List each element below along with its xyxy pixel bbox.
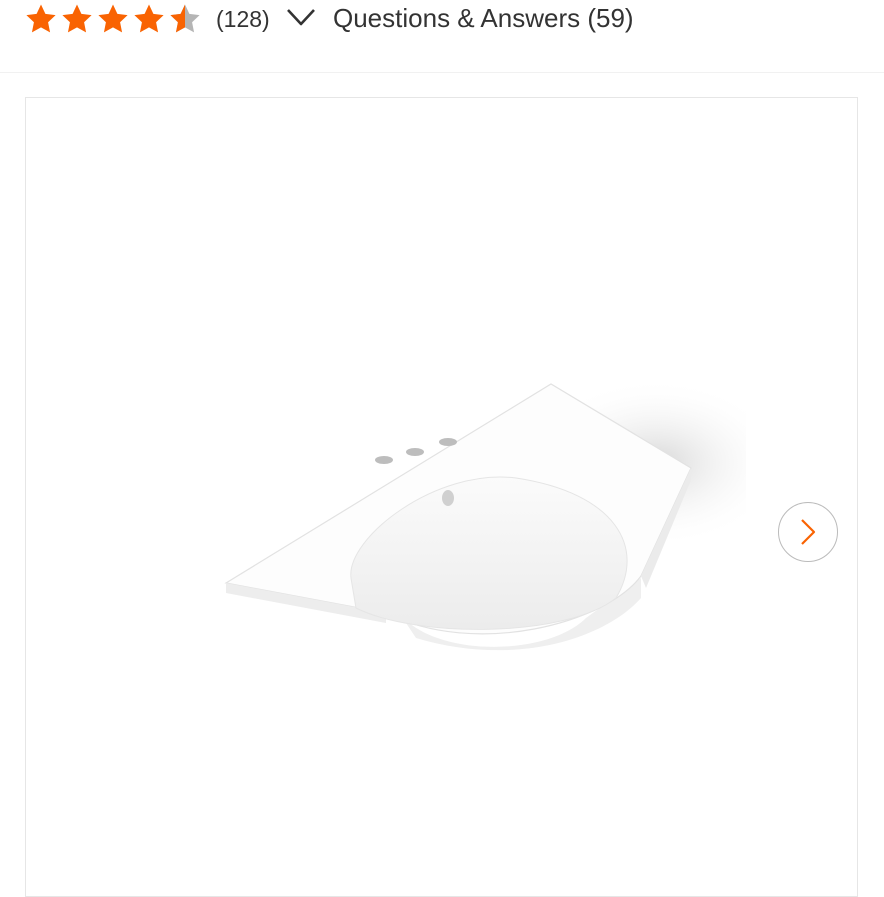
star-icon bbox=[98, 4, 128, 33]
chevron-down-icon[interactable] bbox=[286, 6, 316, 28]
bathroom-sink-image bbox=[224, 378, 746, 651]
next-image-button[interactable] bbox=[778, 502, 838, 562]
questions-answers-link[interactable]: Questions & Answers (59) bbox=[333, 3, 634, 34]
chevron-right-icon bbox=[801, 519, 816, 545]
product-image-gallery bbox=[25, 97, 858, 897]
star-rating[interactable] bbox=[24, 2, 202, 36]
star-icon bbox=[62, 4, 92, 33]
rating-bar: (128) Questions & Answers (59) bbox=[0, 0, 884, 40]
divider bbox=[0, 72, 884, 73]
half-star-icon bbox=[170, 4, 200, 33]
review-count[interactable]: (128) bbox=[216, 6, 270, 33]
star-icon bbox=[26, 4, 56, 33]
star-icon bbox=[134, 4, 164, 33]
